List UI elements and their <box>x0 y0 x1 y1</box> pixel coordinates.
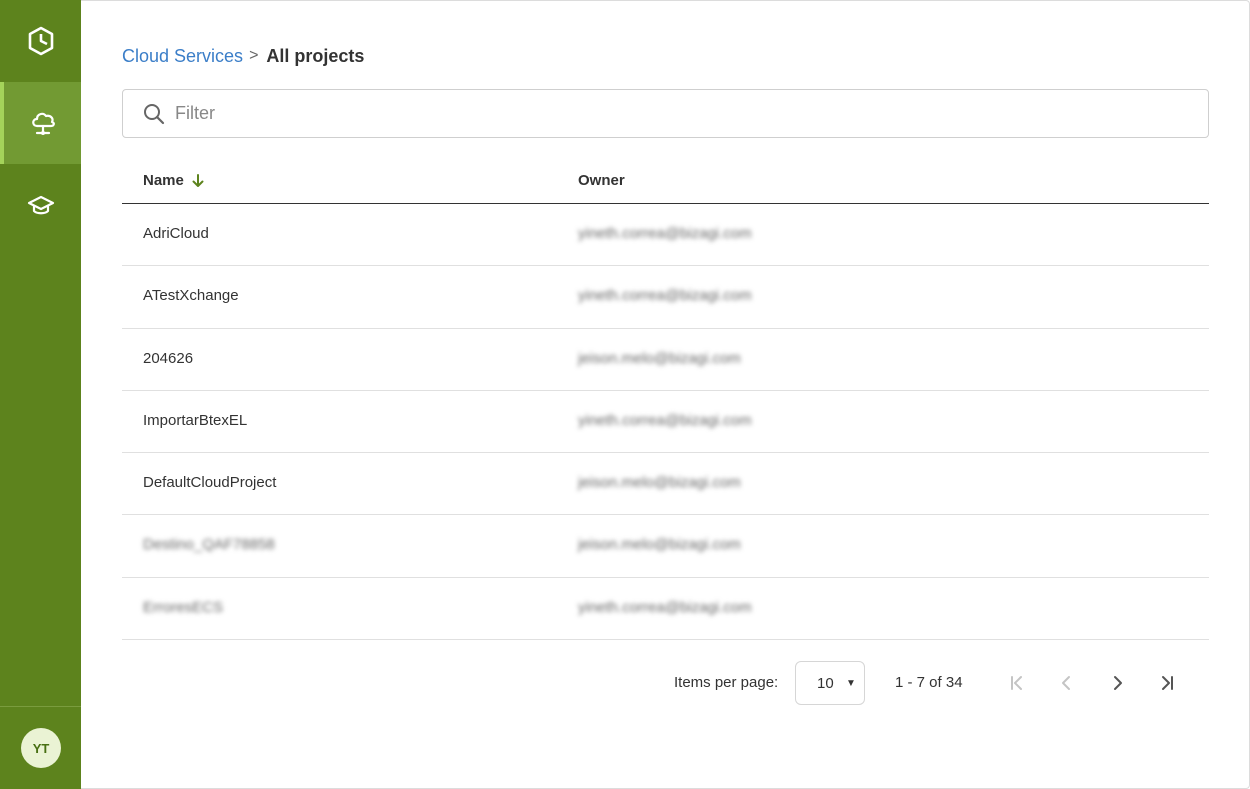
sidebar-item-cloud-services[interactable] <box>0 82 81 164</box>
filter-input[interactable] <box>175 103 1075 124</box>
hexagon-logo-icon <box>28 26 53 56</box>
last-page-button[interactable] <box>1155 671 1179 695</box>
column-header-owner[interactable]: Owner <box>578 172 625 189</box>
search-icon <box>144 103 165 124</box>
graduation-cap-icon <box>27 195 54 215</box>
project-name[interactable]: ErroresECS <box>143 599 223 616</box>
previous-page-button[interactable] <box>1055 671 1079 695</box>
first-page-button[interactable] <box>1005 671 1029 695</box>
breadcrumb: Cloud Services > All projects <box>122 45 364 67</box>
sidebar-item-learning[interactable] <box>0 164 81 246</box>
breadcrumb-link-cloud-services[interactable]: Cloud Services <box>122 46 243 67</box>
project-owner: jeison.melo@bizagi.com <box>578 474 741 492</box>
project-name[interactable]: ImportarBtexEL <box>143 412 247 429</box>
filter-box[interactable] <box>122 89 1209 138</box>
table-row[interactable]: ImportarBtexEL yineth.correa@bizagi.com <box>122 391 1209 454</box>
project-owner: jeison.melo@bizagi.com <box>578 536 741 554</box>
sort-arrow-down-icon <box>192 173 204 188</box>
first-page-icon <box>1011 676 1022 690</box>
table-row[interactable]: 204626 jeison.melo@bizagi.com <box>122 329 1209 391</box>
last-page-icon <box>1162 676 1173 690</box>
page-range-label: 1 - 7 of 34 <box>895 674 963 691</box>
table-row[interactable]: AdriCloud yineth.correa@bizagi.com <box>122 204 1209 267</box>
table-row[interactable]: DefaultCloudProject jeison.melo@bizagi.c… <box>122 453 1209 516</box>
items-per-page-value: 10 <box>817 674 834 692</box>
project-owner: jeison.melo@bizagi.com <box>578 349 741 367</box>
table-row[interactable]: ErroresECS yineth.correa@bizagi.com <box>122 578 1209 641</box>
chevron-right-icon <box>1114 676 1122 690</box>
table-row[interactable]: Destino_QAF78858 jeison.melo@bizagi.com <box>122 515 1209 578</box>
project-name[interactable]: ATestXchange <box>143 287 239 304</box>
project-name[interactable]: Destino_QAF78858 <box>143 536 275 553</box>
breadcrumb-separator: > <box>249 47 259 64</box>
table-row[interactable]: ATestXchange yineth.correa@bizagi.com <box>122 266 1209 329</box>
column-header-name[interactable]: Name <box>143 172 204 189</box>
project-owner: yineth.correa@bizagi.com <box>578 598 752 616</box>
sidebar-divider <box>0 706 81 707</box>
column-header-name-label: Name <box>143 172 184 189</box>
project-name[interactable]: DefaultCloudProject <box>143 474 276 491</box>
page-title: All projects <box>266 45 365 66</box>
dropdown-caret-icon: ▼ <box>846 678 856 689</box>
avatar[interactable]: YT <box>21 728 61 768</box>
table-header: Name Owner <box>122 156 1209 204</box>
project-owner: yineth.correa@bizagi.com <box>578 225 752 242</box>
project-owner: yineth.correa@bizagi.com <box>578 411 752 429</box>
project-name[interactable]: AdriCloud <box>143 225 209 242</box>
cloud-network-icon <box>31 112 55 135</box>
items-per-page-label: Items per page: <box>674 674 779 691</box>
project-owner: yineth.correa@bizagi.com <box>578 287 752 305</box>
next-page-button[interactable] <box>1105 671 1129 695</box>
chevron-left-icon <box>1062 676 1070 690</box>
project-name[interactable]: 204626 <box>143 350 193 367</box>
paginator: Items per page: 10 ▼ 1 - 7 of 34 <box>0 661 1250 705</box>
items-per-page-select[interactable]: 10 ▼ <box>795 661 865 705</box>
sidebar-logo[interactable] <box>0 0 81 82</box>
column-header-owner-label: Owner <box>578 172 625 189</box>
projects-table: Name Owner AdriCloud yineth.correa@bizag… <box>122 156 1209 641</box>
